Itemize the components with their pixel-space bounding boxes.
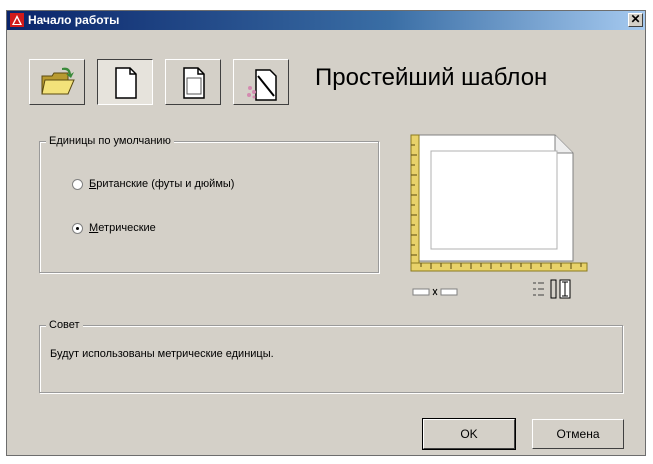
template-page-icon bbox=[183, 67, 205, 99]
radio-imperial-indicator[interactable] bbox=[72, 178, 83, 190]
cancel-button[interactable]: Отмена bbox=[532, 419, 624, 449]
units-legend: Единицы по умолчанию bbox=[46, 134, 174, 148]
ok-button[interactable]: OK bbox=[422, 418, 516, 450]
wizard-icon bbox=[247, 69, 277, 101]
autocad-logo-icon bbox=[10, 13, 24, 27]
sheet-preview bbox=[410, 134, 588, 299]
ruler-vertical bbox=[410, 134, 420, 272]
radio-metric-mnemonic: М bbox=[89, 222, 99, 234]
radio-metric-indicator[interactable] bbox=[72, 222, 83, 234]
start-dialog: Начало работы ✕ Простейший шаблон Единиц… bbox=[6, 10, 646, 456]
radio-imperial-label: ританские (футы и дюймы) bbox=[96, 178, 235, 190]
list-icon bbox=[533, 282, 544, 296]
start-from-scratch-button[interactable] bbox=[97, 59, 153, 105]
blank-page-icon bbox=[115, 67, 137, 99]
use-template-button[interactable] bbox=[165, 59, 221, 105]
ruler-horizontal bbox=[410, 262, 588, 272]
radio-metric-label: етрические bbox=[98, 222, 156, 234]
title-bar: Начало работы ✕ bbox=[7, 11, 645, 30]
tip-text: Будут использованы метрические единицы. bbox=[50, 348, 274, 360]
open-drawing-button[interactable] bbox=[29, 59, 85, 105]
template-title: Простейший шаблон bbox=[315, 64, 548, 91]
close-icon: ✕ bbox=[630, 12, 641, 26]
radio-imperial[interactable]: Британские (футы и дюймы) bbox=[72, 177, 234, 191]
measure-icon bbox=[550, 279, 571, 299]
dialog-title: Начало работы bbox=[28, 13, 120, 27]
folder-open-icon bbox=[41, 67, 75, 95]
tip-groupbox: Совет Будут использованы метрические еди… bbox=[39, 318, 623, 393]
size-field-icon bbox=[412, 288, 458, 296]
close-button[interactable]: ✕ bbox=[628, 13, 643, 27]
tip-legend: Совет bbox=[46, 318, 83, 332]
use-wizard-button[interactable] bbox=[233, 59, 289, 105]
units-groupbox: Единицы по умолчанию Британские (футы и … bbox=[39, 134, 379, 273]
radio-metric[interactable]: Метрические bbox=[72, 221, 156, 235]
